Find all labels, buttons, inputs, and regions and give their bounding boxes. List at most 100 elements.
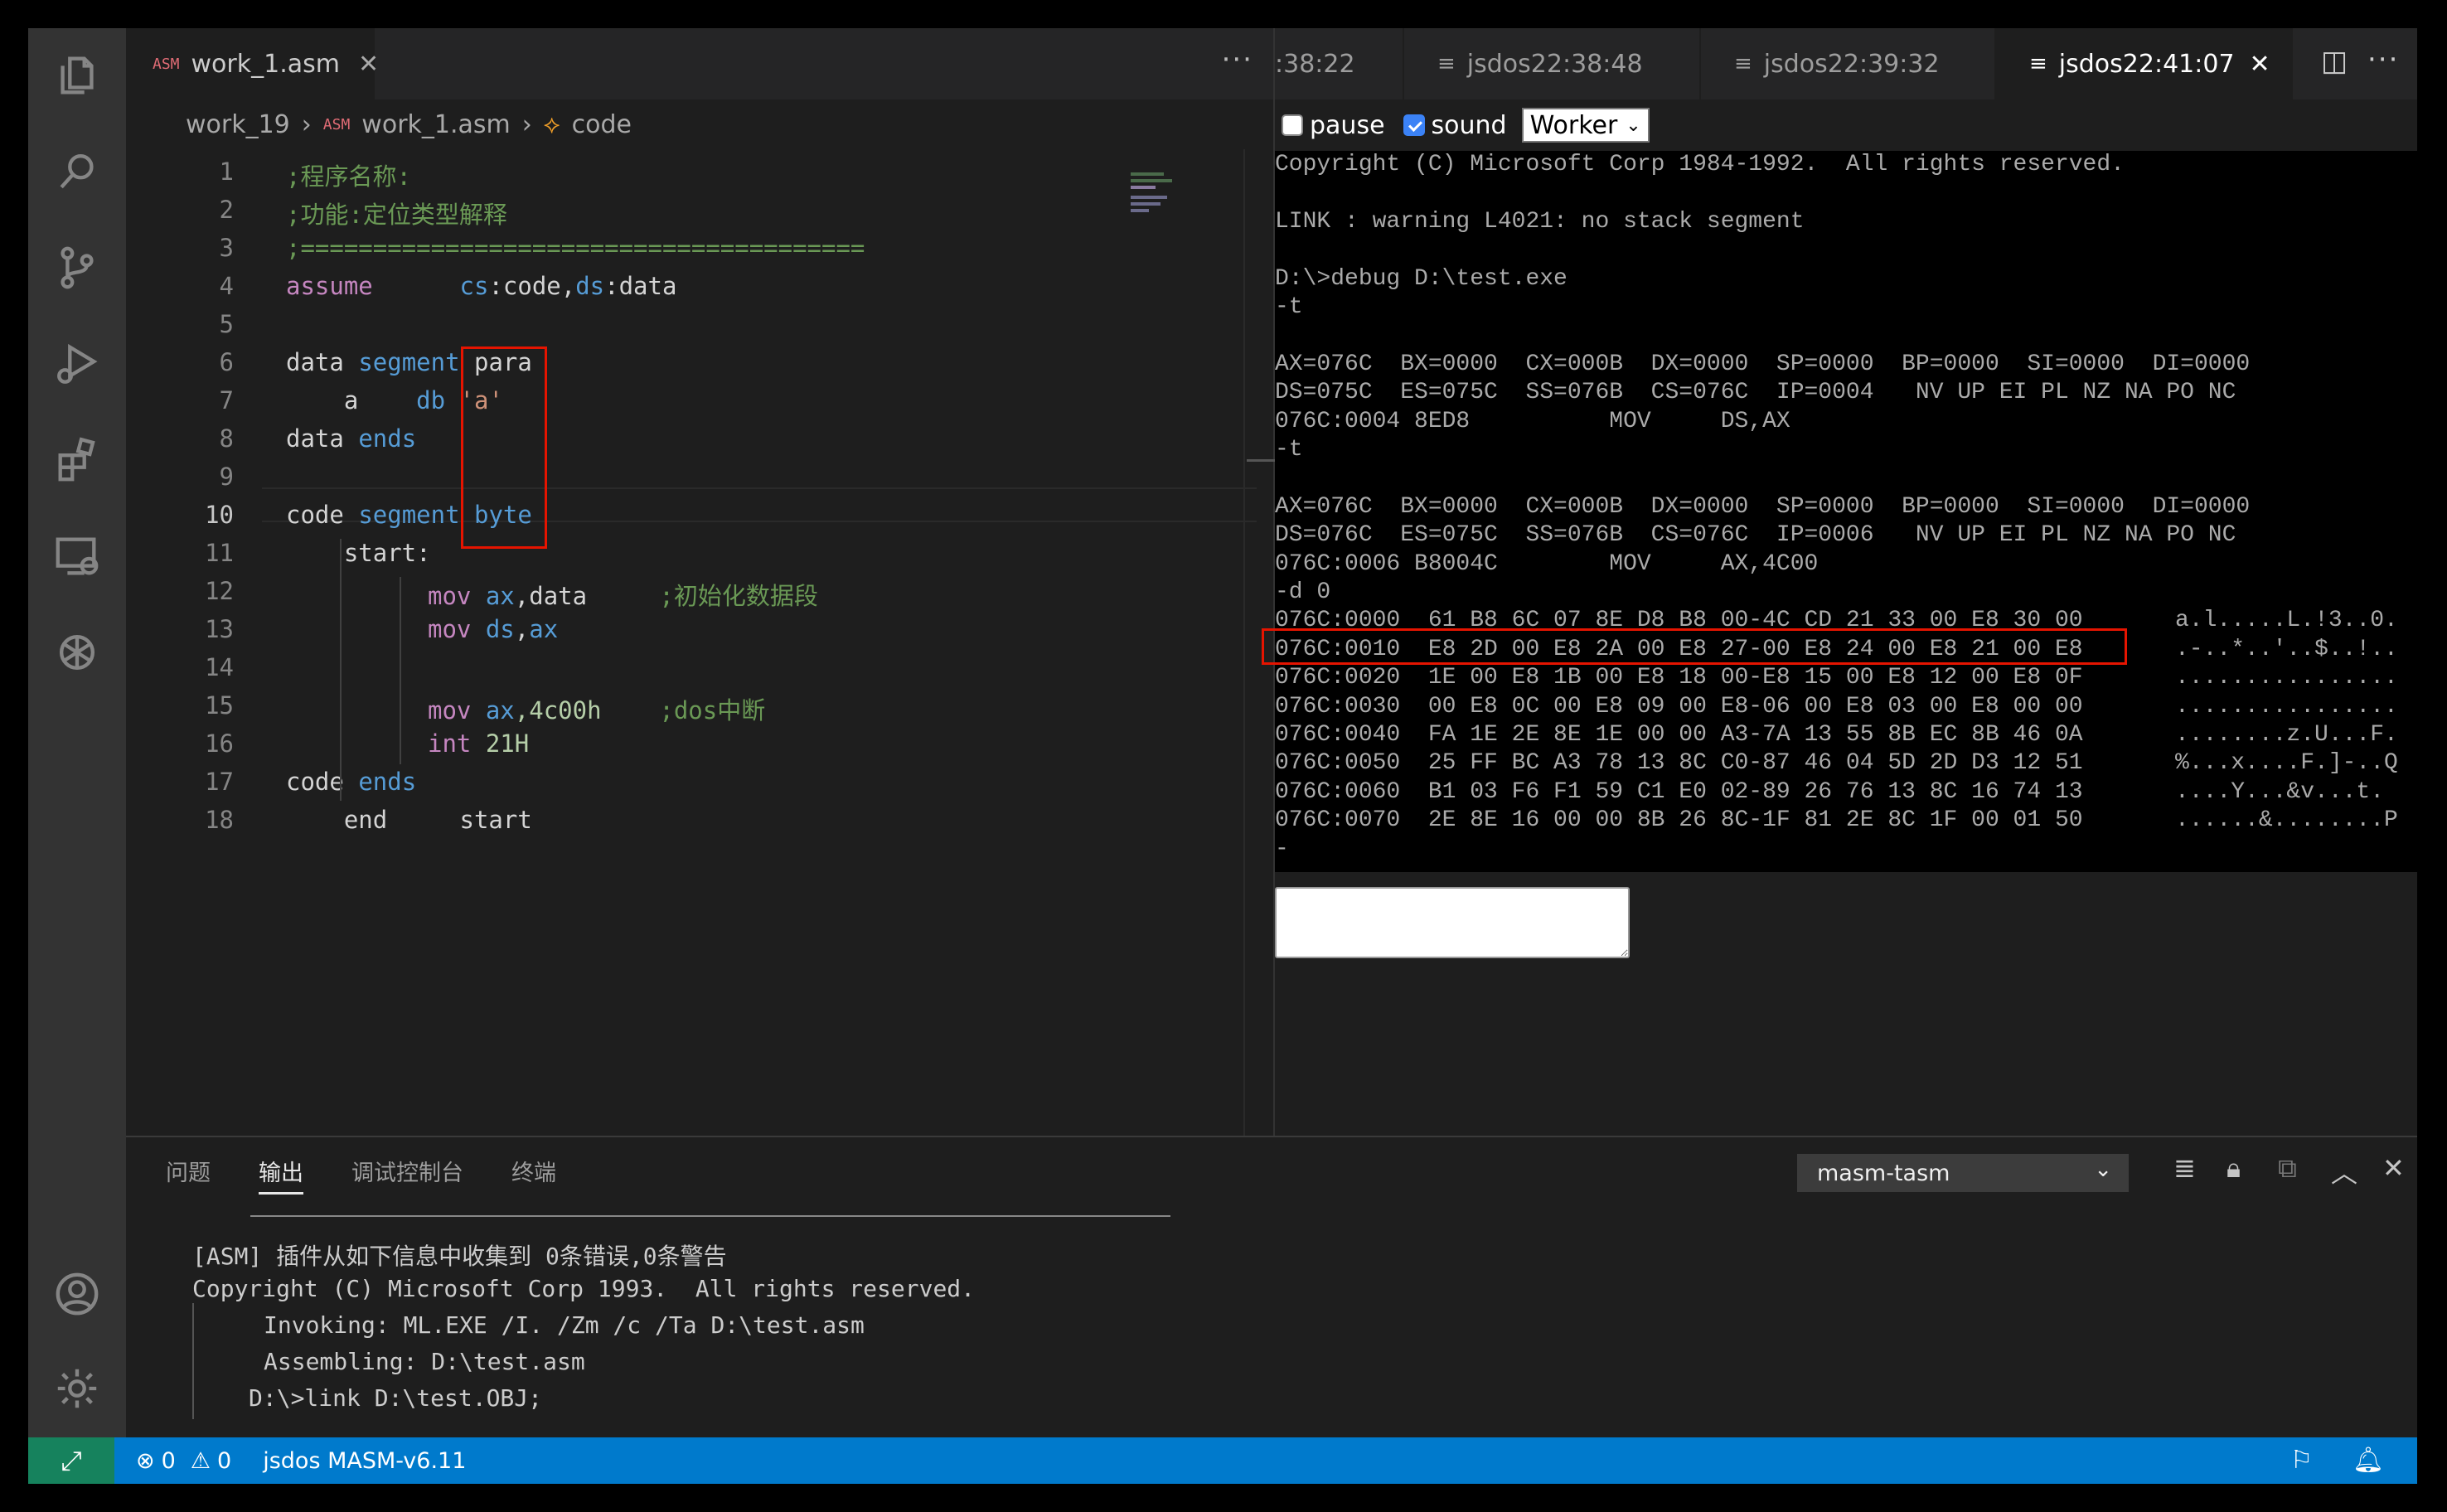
- tab-output[interactable]: 输出: [259, 1147, 303, 1195]
- code-line: ;=======================================: [286, 234, 865, 262]
- dos-line: 076C:0070 2E 8E 16 00 00 8B 26 8C-1F 81 …: [1275, 807, 2083, 834]
- command-input[interactable]: [1275, 887, 1630, 958]
- dos-line: AX=076C BX=0000 CX=000B DX=0000 SP=0000 …: [1275, 493, 2251, 520]
- search-icon[interactable]: [48, 143, 106, 201]
- comment: ;初始化数据段: [659, 582, 818, 610]
- indent-guide: [192, 1303, 194, 1419]
- line-number: 7: [219, 386, 234, 414]
- run-debug-icon[interactable]: [48, 335, 106, 393]
- dos-line: DS=076C ES=075C SS=076B CS=076C IP=0006 …: [1275, 522, 2236, 549]
- source-control-icon[interactable]: [48, 239, 106, 297]
- code-line: mov ds,ax: [428, 615, 558, 643]
- minimap[interactable]: [1131, 161, 1197, 227]
- line-number: 6: [219, 348, 234, 376]
- remote-indicator-icon[interactable]: ⤢: [28, 1437, 114, 1484]
- code-text: data: [286, 424, 359, 453]
- remote-explorer-icon[interactable]: [48, 527, 106, 585]
- code-line: end start: [286, 806, 532, 834]
- dos-line: LINK : warning L4021: no stack segment: [1275, 208, 1805, 235]
- error-count: 0: [161, 1447, 176, 1474]
- output-line: [ASM] 插件从如下信息中收集到 0条错误,0条警告: [192, 1243, 727, 1270]
- account-icon[interactable]: [48, 1265, 106, 1323]
- lock-icon[interactable]: 🔒︎: [2227, 1152, 2241, 1185]
- notifications-bell-icon[interactable]: 🔔︎: [2353, 1446, 2384, 1475]
- more-actions-icon[interactable]: ···: [1222, 43, 1253, 76]
- code-text: code: [286, 768, 359, 796]
- dos-line: 076C:0050 25 FF BC A3 78 13 8C C0-87 46 …: [1275, 750, 2083, 777]
- tab-terminal[interactable]: 终端: [511, 1155, 556, 1187]
- keyword: segment: [358, 501, 460, 529]
- code-text: :code,: [488, 272, 576, 300]
- instruction: int: [428, 729, 472, 758]
- asm-file-icon: ASM: [153, 55, 180, 73]
- comment: ;=======================================: [286, 234, 865, 262]
- dos-screen[interactable]: Copyright (C) Microsoft Corp 1984-1992. …: [1247, 151, 2417, 872]
- keyword: db: [416, 386, 446, 414]
- panel-tabs: 问题 输出 调试控制台 终端: [126, 1137, 556, 1204]
- code-text: a: [286, 386, 417, 414]
- jsdos-panel: :38:22 ≡ jsdos22:38:48 ≡ jsdos22:39:32 ≡ js…: [1247, 28, 2417, 1136]
- explorer-icon[interactable]: [48, 46, 106, 104]
- more-actions-icon[interactable]: ···: [2367, 43, 2399, 76]
- number: 21H: [471, 729, 530, 758]
- dos-ascii: ................: [2175, 665, 2398, 691]
- instruction: mov: [428, 615, 472, 643]
- maximize-panel-icon[interactable]: ︿: [2331, 1152, 2357, 1190]
- comment: ;功能:定位类型解释: [286, 201, 507, 229]
- settings-gear-icon[interactable]: [48, 1359, 106, 1418]
- dos-line: -d 0: [1275, 579, 1331, 605]
- tab-work-1-asm[interactable]: ASM work_1.asm ✕: [126, 28, 379, 99]
- code-line: ;程序名称:: [286, 158, 411, 192]
- clear-output-icon[interactable]: ≣: [2173, 1152, 2196, 1184]
- environment-status[interactable]: jsdos MASM-v6.11: [263, 1448, 466, 1474]
- tab-jsdos-3[interactable]: ≡ jsdos22:39:32: [1701, 28, 1996, 99]
- close-panel-icon[interactable]: ✕: [2382, 1152, 2405, 1184]
- line-number: 16: [205, 729, 234, 758]
- close-icon[interactable]: ✕: [2250, 50, 2270, 79]
- breadcrumb-file[interactable]: work_1.asm: [361, 110, 510, 139]
- breadcrumb-folder[interactable]: work_19: [186, 110, 290, 139]
- code-line: int 21H: [428, 729, 529, 758]
- code-text: ,: [514, 615, 530, 643]
- chatgpt-icon[interactable]: [48, 623, 106, 681]
- output-channel-select[interactable]: masm-tasm ⌄: [1797, 1154, 2129, 1192]
- tab-jsdos-2[interactable]: ≡ jsdos22:38:48: [1404, 28, 1701, 99]
- keyword: assume: [286, 272, 373, 300]
- highlight-annotation-box: [1262, 628, 2127, 665]
- sound-checkbox[interactable]: [1403, 114, 1425, 136]
- instruction: mov: [428, 696, 472, 724]
- feedback-icon[interactable]: ⚐: [2290, 1446, 2313, 1475]
- warning-count: 0: [217, 1447, 232, 1474]
- line-number-current: 10: [205, 501, 234, 529]
- code-line: assume cs:code,ds:data: [286, 272, 676, 300]
- truncated-line: [250, 1205, 1170, 1217]
- dos-ascii: %...x....F.]-..Q: [2175, 750, 2398, 777]
- output-channel-value: masm-tasm: [1817, 1160, 1950, 1186]
- warning-icon: ⚠: [190, 1447, 211, 1474]
- problems-status[interactable]: ⊗ 0 ⚠ 0: [136, 1448, 231, 1474]
- line-number: 11: [205, 539, 234, 567]
- extensions-icon[interactable]: [48, 431, 106, 489]
- pause-checkbox[interactable]: [1282, 114, 1303, 136]
- breadcrumb-symbol[interactable]: code: [572, 110, 632, 139]
- tab-jsdos-1[interactable]: :38:22: [1275, 28, 1404, 99]
- split-editor-icon[interactable]: ◫: [2321, 45, 2348, 78]
- close-icon[interactable]: ✕: [358, 50, 379, 79]
- dos-ascii: ....Y...&v...t.: [2175, 778, 2385, 805]
- line-number: 8: [219, 424, 234, 453]
- tab-debug-console[interactable]: 调试控制台: [351, 1155, 463, 1187]
- output-content[interactable]: [ASM] 插件从如下信息中收集到 0条错误,0条警告 Copyright (C…: [126, 1205, 2417, 1437]
- code-text: end start: [286, 806, 532, 834]
- comment: ;程序名称:: [286, 162, 411, 191]
- jsdos-controls: pause sound Worker ⌄: [1275, 99, 2417, 151]
- file-lines-icon: ≡: [1734, 51, 1752, 76]
- line-number: 1: [219, 158, 234, 186]
- worker-select[interactable]: Worker ⌄: [1521, 108, 1650, 143]
- line-number: 3: [219, 234, 234, 262]
- line-number: 2: [219, 196, 234, 224]
- open-in-editor-icon[interactable]: ⧉: [2278, 1152, 2297, 1185]
- code-line: ;功能:定位类型解释: [286, 196, 507, 230]
- tab-jsdos-4[interactable]: ≡ jsdos22:41:07 ✕: [1996, 28, 2293, 99]
- code-editor[interactable]: 1 2 3 4 5 6 7 8 9 10 11 12 13 14 15 16 1…: [126, 149, 1273, 1136]
- tab-problems[interactable]: 问题: [166, 1155, 211, 1187]
